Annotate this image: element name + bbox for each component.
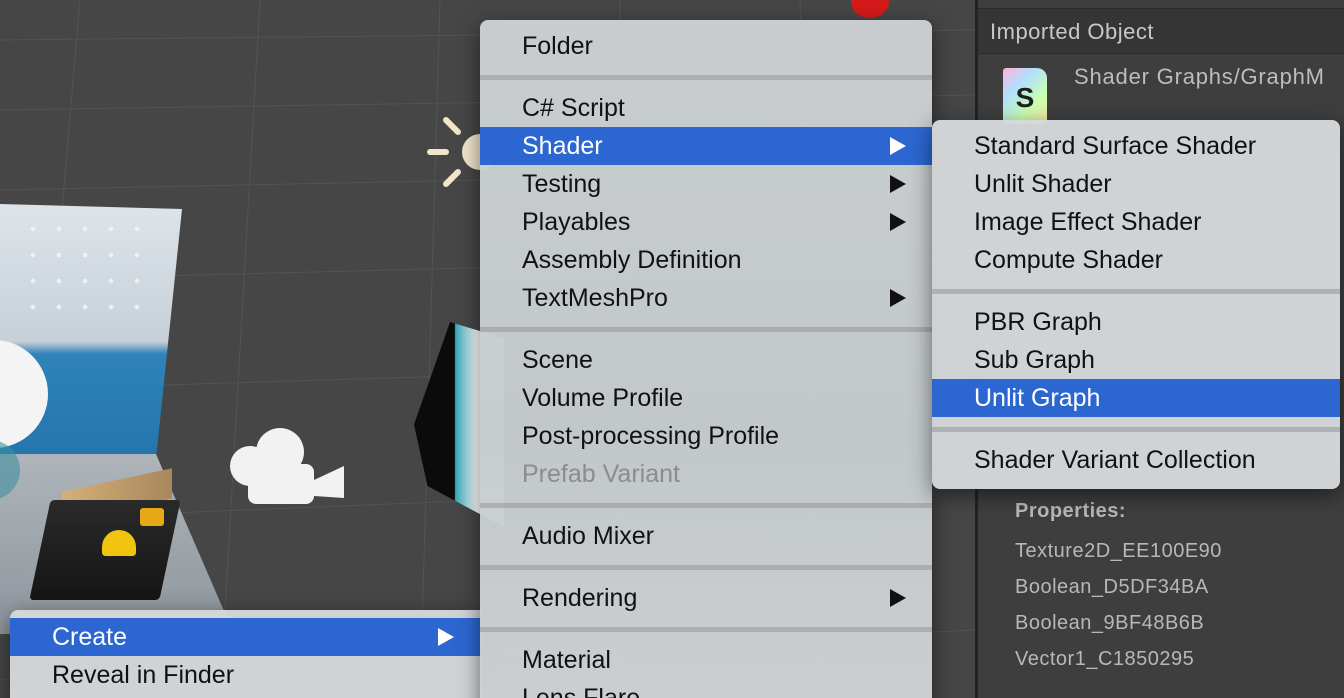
submenu-arrow-icon — [890, 137, 906, 155]
menu-item-label: Prefab Variant — [522, 460, 680, 488]
property-item: Boolean_9BF48B6B — [1015, 612, 1205, 634]
menu-item-label: Reveal in Finder — [52, 661, 235, 689]
menu-item-label: Scene — [522, 346, 593, 374]
shader-file-icon: S — [1003, 68, 1047, 124]
property-item: Vector1_C1850295 — [1015, 648, 1195, 670]
menu-item-rendering[interactable]: Rendering — [480, 579, 932, 617]
menu-item-label: Testing — [522, 170, 602, 198]
menu-item-label: Standard Surface Shader — [974, 132, 1257, 160]
submenu-arrow-icon — [438, 628, 454, 646]
menu-item-post-processing-profile[interactable]: Post-processing Profile — [480, 417, 932, 455]
menu-item-label: Post-processing Profile — [522, 422, 780, 450]
tool-object — [140, 508, 164, 526]
menu-item-label: Lens Flare — [522, 684, 641, 698]
menu-item-csharp-script[interactable]: C# Script — [480, 89, 932, 127]
menu-item-label: Rendering — [522, 584, 638, 612]
menu-item-label: Image Effect Shader — [974, 208, 1202, 236]
menu-item-label: Compute Shader — [974, 246, 1164, 274]
shader-submenu: Standard Surface Shader Unlit Shader Ima… — [932, 120, 1340, 489]
menu-item-compute-shader[interactable]: Compute Shader — [932, 241, 1340, 279]
menu-item-testing[interactable]: Testing — [480, 165, 932, 203]
menu-item-scene[interactable]: Scene — [480, 341, 932, 379]
menu-item-label: Shader Variant Collection — [974, 446, 1256, 474]
menu-item-label: Unlit Shader — [974, 170, 1112, 198]
property-item: Boolean_D5DF34BA — [1015, 576, 1209, 598]
menu-separator — [480, 565, 932, 570]
menu-separator — [480, 75, 932, 80]
create-submenu: Folder C# Script Shader Testing Playable… — [480, 20, 932, 698]
menu-item-assembly-definition[interactable]: Assembly Definition — [480, 241, 932, 279]
menu-item-label: Audio Mixer — [522, 522, 654, 550]
menu-item-textmeshpro[interactable]: TextMeshPro — [480, 279, 932, 317]
menu-item-reveal-in-finder[interactable]: Reveal in Finder — [10, 656, 482, 694]
menu-item-unlit-graph[interactable]: Unlit Graph — [932, 379, 1340, 417]
menu-item-playables[interactable]: Playables — [480, 203, 932, 241]
menu-item-volume-profile[interactable]: Volume Profile — [480, 379, 932, 417]
asset-context-menu: Create Reveal in Finder — [10, 610, 482, 698]
submenu-arrow-icon — [890, 289, 906, 307]
menu-item-unlit-shader[interactable]: Unlit Shader — [932, 165, 1340, 203]
menu-item-label: PBR Graph — [974, 308, 1102, 336]
menu-item-label: Unlit Graph — [974, 384, 1101, 412]
menu-item-lens-flare[interactable]: Lens Flare — [480, 679, 932, 698]
properties-title: Properties: — [1015, 500, 1127, 522]
menu-item-prefab-variant: Prefab Variant — [480, 455, 932, 493]
menu-item-audio-mixer[interactable]: Audio Mixer — [480, 517, 932, 555]
menu-item-pbr-graph[interactable]: PBR Graph — [932, 303, 1340, 341]
menu-item-folder[interactable]: Folder — [480, 27, 932, 65]
inspector-header: Imported Object — [978, 8, 1344, 54]
property-item: Texture2D_EE100E90 — [1015, 540, 1222, 562]
menu-item-standard-surface-shader[interactable]: Standard Surface Shader — [932, 127, 1340, 165]
menu-item-label: Material — [522, 646, 611, 674]
wall-pattern — [20, 216, 160, 326]
menu-separator — [932, 289, 1340, 294]
menu-item-label: Sub Graph — [974, 346, 1095, 374]
menu-item-material[interactable]: Material — [480, 641, 932, 679]
submenu-arrow-icon — [890, 589, 906, 607]
menu-item-shader-variant-collection[interactable]: Shader Variant Collection — [932, 441, 1340, 479]
menu-separator — [932, 427, 1340, 432]
menu-separator — [480, 503, 932, 508]
menu-item-label: Assembly Definition — [522, 246, 742, 274]
asset-path: Shader Graphs/GraphM — [1074, 64, 1325, 89]
submenu-arrow-icon — [890, 213, 906, 231]
menu-item-sub-graph[interactable]: Sub Graph — [932, 341, 1340, 379]
menu-item-label: Shader — [522, 132, 603, 160]
menu-item-label: Folder — [522, 32, 593, 60]
menu-item-label: TextMeshPro — [522, 284, 668, 312]
menu-item-label: Volume Profile — [522, 384, 684, 412]
menu-separator — [480, 327, 932, 332]
menu-item-label: Create — [52, 623, 128, 651]
menu-item-label: Playables — [522, 208, 631, 236]
camera-icon[interactable] — [228, 426, 346, 508]
menu-item-image-effect-shader[interactable]: Image Effect Shader — [932, 203, 1340, 241]
helmet-object — [102, 530, 136, 556]
menu-item-shader[interactable]: Shader — [480, 127, 932, 165]
submenu-arrow-icon — [890, 175, 906, 193]
menu-separator — [480, 627, 932, 632]
menu-item-label: C# Script — [522, 94, 625, 122]
menu-item-create[interactable]: Create — [10, 618, 482, 656]
